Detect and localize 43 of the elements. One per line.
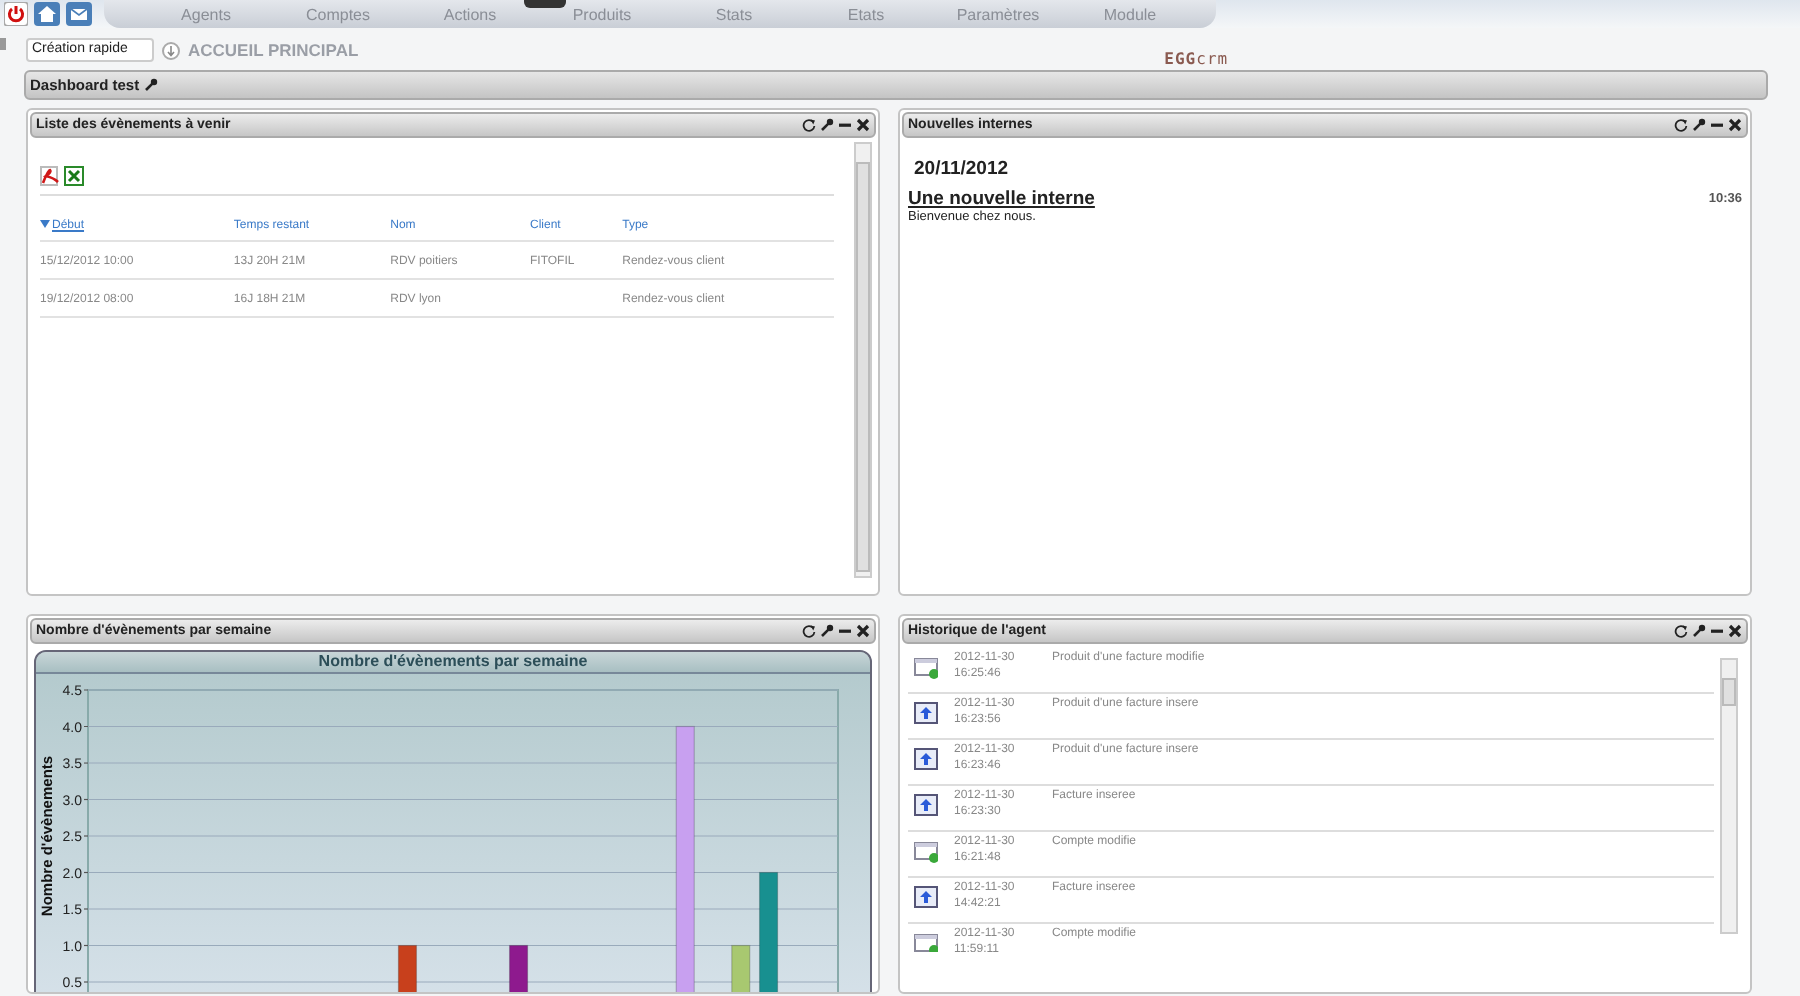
close-icon[interactable] bbox=[1728, 624, 1742, 638]
news-date: 20/11/2012 bbox=[912, 158, 1011, 180]
menu-tab[interactable]: Stats bbox=[668, 5, 800, 23]
menu-tab[interactable]: Paramètres bbox=[932, 5, 1064, 23]
scrollbar[interactable] bbox=[1720, 658, 1738, 934]
menu-tab[interactable]: Actions bbox=[404, 5, 536, 23]
window-icon bbox=[914, 932, 938, 952]
menu-tab[interactable]: Comptes bbox=[272, 5, 404, 23]
window-icon bbox=[914, 840, 938, 864]
refresh-icon[interactable] bbox=[1674, 624, 1688, 638]
menu-tab[interactable]: Module bbox=[1064, 5, 1196, 23]
sort-arrow-icon[interactable] bbox=[40, 220, 50, 228]
home-icon[interactable] bbox=[34, 2, 60, 26]
power-button-icon[interactable] bbox=[4, 2, 28, 26]
close-icon[interactable] bbox=[856, 624, 870, 638]
scrollbar[interactable] bbox=[854, 142, 872, 578]
pdf-icon[interactable] bbox=[40, 166, 60, 186]
menu-tab[interactable]: Agents bbox=[140, 5, 272, 23]
logo: EGGcrm bbox=[1164, 50, 1229, 68]
minimize-icon[interactable] bbox=[838, 118, 852, 132]
wrench-icon[interactable] bbox=[820, 118, 834, 132]
refresh-icon[interactable] bbox=[802, 118, 816, 132]
pull-tab[interactable] bbox=[524, 0, 566, 8]
close-icon[interactable] bbox=[856, 118, 870, 132]
refresh-icon[interactable] bbox=[802, 624, 816, 638]
chart-title: Nombre d'évènements par semaine bbox=[36, 652, 870, 674]
minimize-icon[interactable] bbox=[838, 624, 852, 638]
window-icon bbox=[914, 656, 938, 680]
minimize-icon[interactable] bbox=[1710, 118, 1724, 132]
down-arrow-icon[interactable] bbox=[162, 41, 180, 59]
close-icon[interactable] bbox=[1728, 118, 1742, 132]
wrench-icon[interactable] bbox=[1692, 118, 1706, 132]
wrench-icon[interactable] bbox=[820, 624, 834, 638]
spreadsheet-icon[interactable] bbox=[64, 166, 84, 186]
menu-tab[interactable]: Etats bbox=[800, 5, 932, 23]
minimize-icon[interactable] bbox=[1710, 624, 1724, 638]
wrench-icon[interactable] bbox=[143, 78, 158, 92]
mail-icon[interactable] bbox=[66, 2, 92, 26]
wrench-icon[interactable] bbox=[1692, 624, 1706, 638]
news-headline-link[interactable]: Une nouvelle interne bbox=[908, 188, 1095, 210]
menu-tab[interactable]: Produits bbox=[536, 5, 668, 23]
refresh-icon[interactable] bbox=[1674, 118, 1688, 132]
page-title: ACCUEIL PRINCIPAL bbox=[188, 40, 359, 60]
